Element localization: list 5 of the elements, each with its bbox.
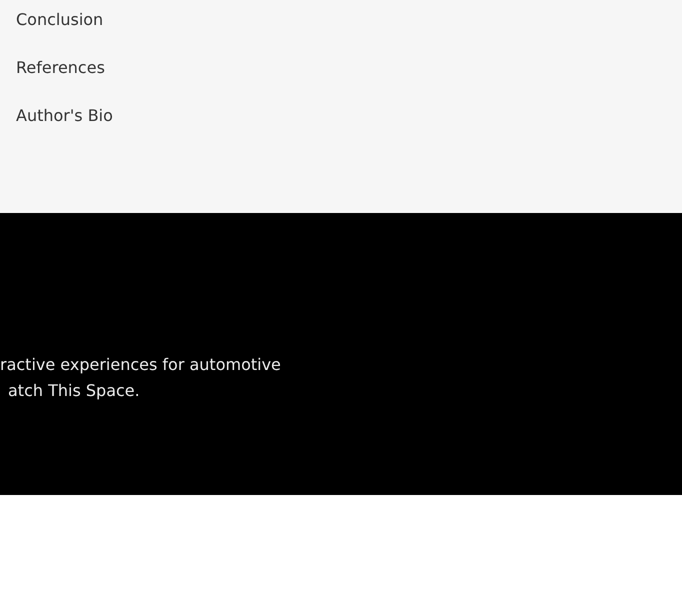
footer-text: ractive experiences for automotive	[0, 354, 282, 376]
toc-link[interactable]: Conclusion	[16, 8, 666, 32]
footer-text: atch This Space.	[7, 380, 141, 402]
toc-link[interactable]: Author's Bio	[16, 104, 666, 128]
toc-link[interactable]: References	[16, 56, 666, 80]
